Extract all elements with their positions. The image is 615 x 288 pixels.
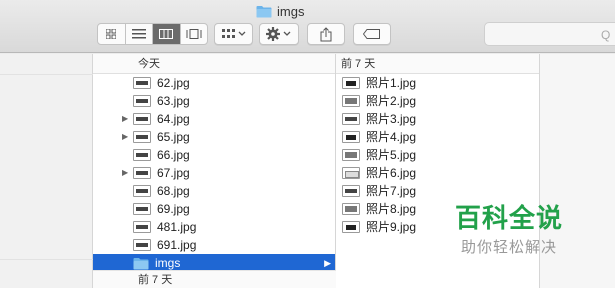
folder-icon (256, 5, 272, 17)
image-file-icon (133, 239, 151, 251)
list-view-button[interactable] (126, 24, 153, 44)
file-name: 65.jpg (157, 130, 190, 144)
file-row[interactable]: 68.jpg (93, 182, 335, 200)
search-field[interactable]: Q (484, 22, 615, 46)
column-1-group-header: 今天 (93, 54, 335, 74)
file-name: 照片9.jpg (366, 220, 417, 234)
tag-icon (363, 29, 380, 39)
file-row[interactable]: 照片3.jpg (336, 110, 539, 128)
image-file-icon (133, 77, 151, 89)
watermark-title: 百科全说 (455, 204, 564, 234)
image-file-icon (342, 113, 360, 125)
gear-icon (266, 27, 291, 41)
file-row[interactable]: 62.jpg (93, 74, 335, 92)
file-name: 照片6.jpg (366, 166, 417, 180)
file-row[interactable]: 481.jpg (93, 218, 335, 236)
gallery-view-button[interactable] (181, 24, 208, 44)
image-file-icon (133, 167, 151, 179)
image-file-icon (342, 167, 360, 179)
icon-view-button[interactable] (98, 24, 126, 44)
file-name: 照片3.jpg (366, 112, 417, 126)
image-file-icon (133, 149, 151, 161)
file-name: 69.jpg (157, 202, 190, 216)
file-name: 照片8.jpg (366, 202, 417, 216)
image-file-icon (342, 203, 360, 215)
file-name: 照片1.jpg (366, 76, 417, 90)
watermark-subtitle: 助你轻松解决 (461, 239, 558, 256)
file-row[interactable]: ▶ 67.jpg (93, 164, 335, 182)
file-row[interactable]: ▶ 64.jpg (93, 110, 335, 128)
group-icon (221, 29, 245, 38)
folder-icon (133, 257, 149, 269)
image-file-icon (342, 95, 360, 107)
file-row[interactable]: 69.jpg (93, 200, 335, 218)
sidebar-divider (0, 74, 93, 75)
image-file-icon (133, 131, 151, 143)
column-1-file-list: 62.jpg 63.jpg ▶ 64.jpg ▶ 65.jpg 66.jpg ▶ 67.jpg 6… (93, 74, 335, 272)
window-title-text: imgs (277, 3, 305, 19)
file-name: 64.jpg (157, 112, 190, 126)
disclosure-triangle-icon[interactable]: ▶ (122, 128, 128, 146)
view-mode-control[interactable] (97, 23, 208, 45)
file-name: 691.jpg (157, 238, 197, 252)
column-view-button[interactable] (153, 24, 181, 44)
gallery-icon (186, 29, 202, 39)
image-file-icon (133, 221, 151, 233)
file-row[interactable]: 照片6.jpg (336, 164, 539, 182)
image-file-icon (342, 149, 360, 161)
image-file-icon (133, 95, 151, 107)
file-name: 66.jpg (157, 148, 190, 162)
window-title: imgs (256, 3, 304, 19)
file-row[interactable]: ▶ 65.jpg (93, 128, 335, 146)
window-toolbar: imgs Q (0, 0, 615, 53)
disclosure-triangle-icon[interactable]: ▶ (122, 164, 128, 182)
sidebar[interactable] (0, 54, 93, 288)
watermark: 百科全说 助你轻松解决 (445, 198, 575, 266)
share-icon (320, 26, 332, 41)
list-icon (131, 29, 146, 39)
file-row[interactable]: 66.jpg (93, 146, 335, 164)
file-name: 63.jpg (157, 94, 190, 108)
image-file-icon (342, 131, 360, 143)
file-name: 481.jpg (157, 220, 197, 234)
image-file-icon (342, 77, 360, 89)
tags-button[interactable] (353, 23, 391, 45)
action-menu-button[interactable] (259, 23, 299, 45)
image-file-icon (133, 185, 151, 197)
file-row[interactable]: 照片1.jpg (336, 74, 539, 92)
file-name: 68.jpg (157, 184, 190, 198)
file-row[interactable]: 照片4.jpg (336, 128, 539, 146)
sidebar-divider (0, 259, 93, 260)
file-row[interactable]: 照片2.jpg (336, 92, 539, 110)
file-name: 照片7.jpg (366, 184, 417, 198)
file-row[interactable]: 63.jpg (93, 92, 335, 110)
file-row[interactable]: 691.jpg (93, 236, 335, 254)
file-row[interactable]: 照片5.jpg (336, 146, 539, 164)
column-browser-column-1[interactable]: 今天 62.jpg 63.jpg ▶ 64.jpg ▶ 65.jpg 66.jpg ▶ 67.j… (93, 54, 336, 288)
share-button[interactable] (307, 23, 345, 45)
file-name: 照片4.jpg (366, 130, 417, 144)
image-file-icon (342, 221, 360, 233)
search-placeholder: Q (601, 28, 611, 42)
column-1-group-header-previous: 前 7 天 (93, 270, 336, 288)
file-name: 照片5.jpg (366, 148, 417, 162)
file-name: 67.jpg (157, 166, 190, 180)
file-name: 照片2.jpg (366, 94, 417, 108)
disclosure-triangle-icon[interactable]: ▶ (122, 110, 128, 128)
column-2-group-header: 前 7 天 (336, 54, 539, 74)
group-by-button[interactable] (214, 23, 253, 45)
file-name: 62.jpg (157, 76, 190, 90)
image-file-icon (133, 203, 151, 215)
image-file-icon (133, 113, 151, 125)
image-file-icon (342, 185, 360, 197)
grid-icon (106, 29, 117, 39)
columns-icon (159, 29, 174, 39)
